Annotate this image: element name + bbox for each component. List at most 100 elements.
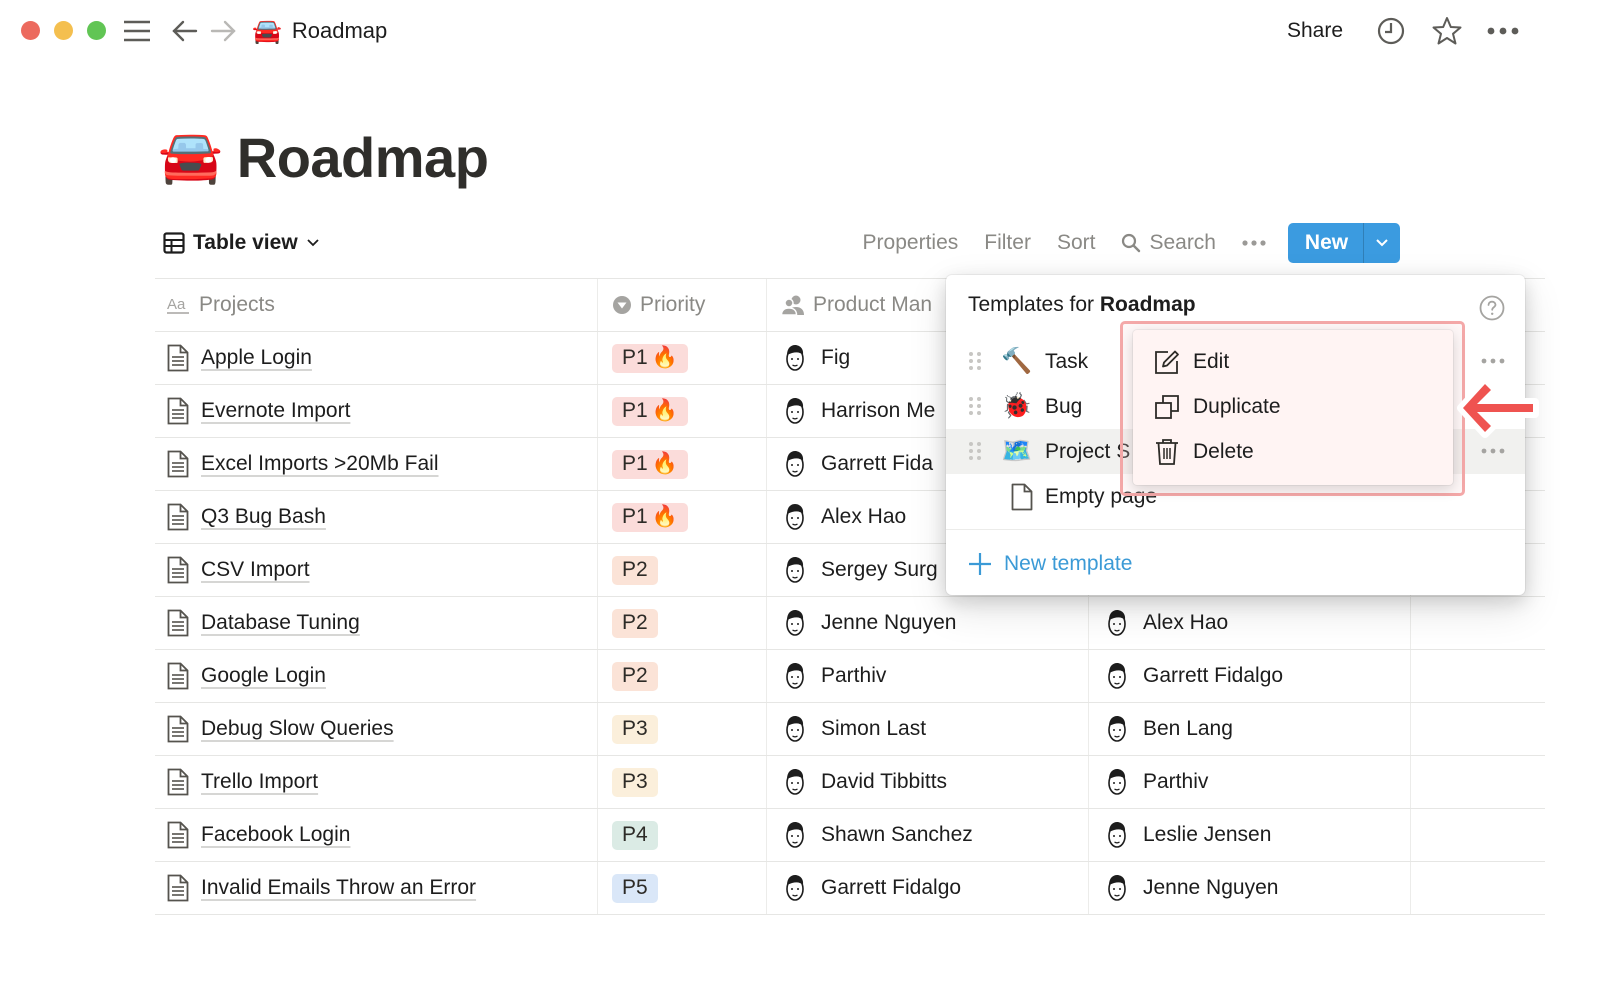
toolbar-more-button[interactable]	[1242, 222, 1266, 264]
cell-product-manager[interactable]: Simon Last	[767, 703, 1089, 755]
sort-button[interactable]: Sort	[1057, 222, 1096, 264]
project-name[interactable]: Trello Import	[201, 770, 318, 794]
drag-handle-icon[interactable]	[968, 441, 982, 461]
help-button[interactable]	[1479, 295, 1505, 321]
cell-project[interactable]: CSV Import	[155, 544, 598, 596]
sidebar-toggle-button[interactable]	[122, 16, 152, 46]
filter-button[interactable]: Filter	[984, 222, 1031, 264]
table-row[interactable]: Invalid Emails Throw an Error P5 Garrett F…	[155, 862, 1545, 915]
properties-button[interactable]: Properties	[863, 222, 959, 264]
more-options-button[interactable]	[1486, 16, 1520, 46]
cell-product-manager[interactable]: Jenne Nguyen	[767, 597, 1089, 649]
back-button[interactable]	[170, 16, 200, 46]
cell-project[interactable]: Google Login	[155, 650, 598, 702]
new-dropdown-button[interactable]	[1363, 223, 1400, 263]
cell-extra[interactable]	[1411, 862, 1545, 914]
table-row[interactable]: Trello Import P3 David Tibbitts Parthiv	[155, 756, 1545, 809]
avatar-face-icon	[1108, 822, 1126, 848]
cell-extra[interactable]	[1411, 756, 1545, 808]
project-name[interactable]: CSV Import	[201, 558, 310, 582]
cell-engineer[interactable]: Leslie Jensen	[1089, 809, 1411, 861]
cell-product-manager[interactable]: Garrett Fidalgo	[767, 862, 1089, 914]
breadcrumb[interactable]: 🚘 Roadmap	[252, 14, 387, 48]
template-more-button[interactable]	[1481, 439, 1505, 463]
cell-priority[interactable]: P4	[598, 809, 767, 861]
page-title[interactable]: 🚘 Roadmap	[158, 122, 489, 192]
document-icon	[167, 397, 189, 425]
cell-product-manager[interactable]: David Tibbitts	[767, 756, 1089, 808]
column-header-projects[interactable]: Aa Projects	[155, 279, 598, 331]
cell-priority[interactable]: P1 🔥	[598, 332, 767, 384]
cell-priority[interactable]: P3	[598, 756, 767, 808]
cell-priority[interactable]: P1 🔥	[598, 491, 767, 543]
project-name[interactable]: Apple Login	[201, 346, 312, 370]
window-close-button[interactable]	[21, 21, 40, 40]
cell-extra[interactable]	[1411, 597, 1545, 649]
cell-engineer[interactable]: Jenne Nguyen	[1089, 862, 1411, 914]
menu-item-delete[interactable]: Delete	[1153, 432, 1254, 472]
cell-project[interactable]: Excel Imports >20Mb Fail	[155, 438, 598, 490]
table-row[interactable]: Database Tuning P2 Jenne Nguyen Alex Hao	[155, 597, 1545, 650]
drag-handle-icon[interactable]	[968, 351, 982, 371]
view-selector[interactable]: Table view	[163, 226, 320, 260]
cell-project[interactable]: Trello Import	[155, 756, 598, 808]
cell-project[interactable]: Q3 Bug Bash	[155, 491, 598, 543]
cell-priority[interactable]: P2	[598, 650, 767, 702]
cell-project[interactable]: Database Tuning	[155, 597, 598, 649]
cell-extra[interactable]	[1411, 650, 1545, 702]
forward-button[interactable]	[208, 16, 238, 46]
cell-extra[interactable]	[1411, 809, 1545, 861]
breadcrumb-title: Roadmap	[291, 18, 388, 43]
cell-priority[interactable]: P1 🔥	[598, 438, 767, 490]
cell-project[interactable]: Invalid Emails Throw an Error	[155, 862, 598, 914]
cell-engineer[interactable]: Garrett Fidalgo	[1089, 650, 1411, 702]
drag-handle-icon[interactable]	[968, 396, 982, 416]
priority-label: P3	[622, 717, 648, 740]
project-name[interactable]: Invalid Emails Throw an Error	[201, 876, 476, 900]
cell-engineer[interactable]: Parthiv	[1089, 756, 1411, 808]
search-button[interactable]: Search	[1121, 222, 1216, 264]
project-name[interactable]: Database Tuning	[201, 611, 360, 635]
priority-tag: P3	[612, 714, 658, 744]
table-row[interactable]: Facebook Login P4 Shawn Sanchez Leslie Jens…	[155, 809, 1545, 862]
cell-product-manager[interactable]: Shawn Sanchez	[767, 809, 1089, 861]
project-name[interactable]: Facebook Login	[201, 823, 350, 847]
favorite-button[interactable]	[1431, 16, 1463, 46]
project-name[interactable]: Excel Imports >20Mb Fail	[201, 452, 439, 476]
cell-project[interactable]: Evernote Import	[155, 385, 598, 437]
cell-priority[interactable]: P1 🔥	[598, 385, 767, 437]
cell-product-manager[interactable]: Parthiv	[767, 650, 1089, 702]
cell-extra[interactable]	[1411, 703, 1545, 755]
window-minimize-button[interactable]	[54, 21, 73, 40]
menu-item-duplicate[interactable]: Duplicate	[1153, 387, 1281, 427]
cell-project[interactable]: Facebook Login	[155, 809, 598, 861]
cell-priority[interactable]: P3	[598, 703, 767, 755]
new-template-button[interactable]: New template	[968, 547, 1132, 581]
cell-priority[interactable]: P5	[598, 862, 767, 914]
avatar-face-icon	[1108, 769, 1126, 795]
new-button[interactable]: New	[1288, 223, 1363, 263]
window-zoom-button[interactable]	[87, 21, 106, 40]
project-name[interactable]: Google Login	[201, 664, 326, 688]
share-button[interactable]: Share	[1287, 16, 1343, 46]
project-name[interactable]: Q3 Bug Bash	[201, 505, 326, 529]
template-more-button[interactable]	[1481, 349, 1505, 373]
cell-project[interactable]: Debug Slow Queries	[155, 703, 598, 755]
cell-engineer[interactable]: Ben Lang	[1089, 703, 1411, 755]
project-name[interactable]: Debug Slow Queries	[201, 717, 394, 741]
column-header-priority[interactable]: Priority	[598, 279, 767, 331]
table-row[interactable]: Google Login P2 Parthiv Garrett Fidalgo	[155, 650, 1545, 703]
table-row[interactable]: Debug Slow Queries P3 Simon Last Ben Lang	[155, 703, 1545, 756]
templates-title-db: Roadmap	[1099, 293, 1196, 316]
cell-priority[interactable]: P2	[598, 544, 767, 596]
page-icon-car[interactable]: 🚘	[158, 131, 223, 183]
cell-project[interactable]: Apple Login	[155, 332, 598, 384]
project-name[interactable]: Evernote Import	[201, 399, 350, 423]
person-name: Garrett Fida	[821, 452, 934, 475]
page-title-text[interactable]: Roadmap	[237, 125, 489, 190]
cell-priority[interactable]: P2	[598, 597, 767, 649]
cell-engineer[interactable]: Alex Hao	[1089, 597, 1411, 649]
menu-item-edit[interactable]: Edit	[1153, 342, 1229, 382]
avatar	[1103, 873, 1131, 903]
updates-button[interactable]	[1376, 16, 1406, 46]
